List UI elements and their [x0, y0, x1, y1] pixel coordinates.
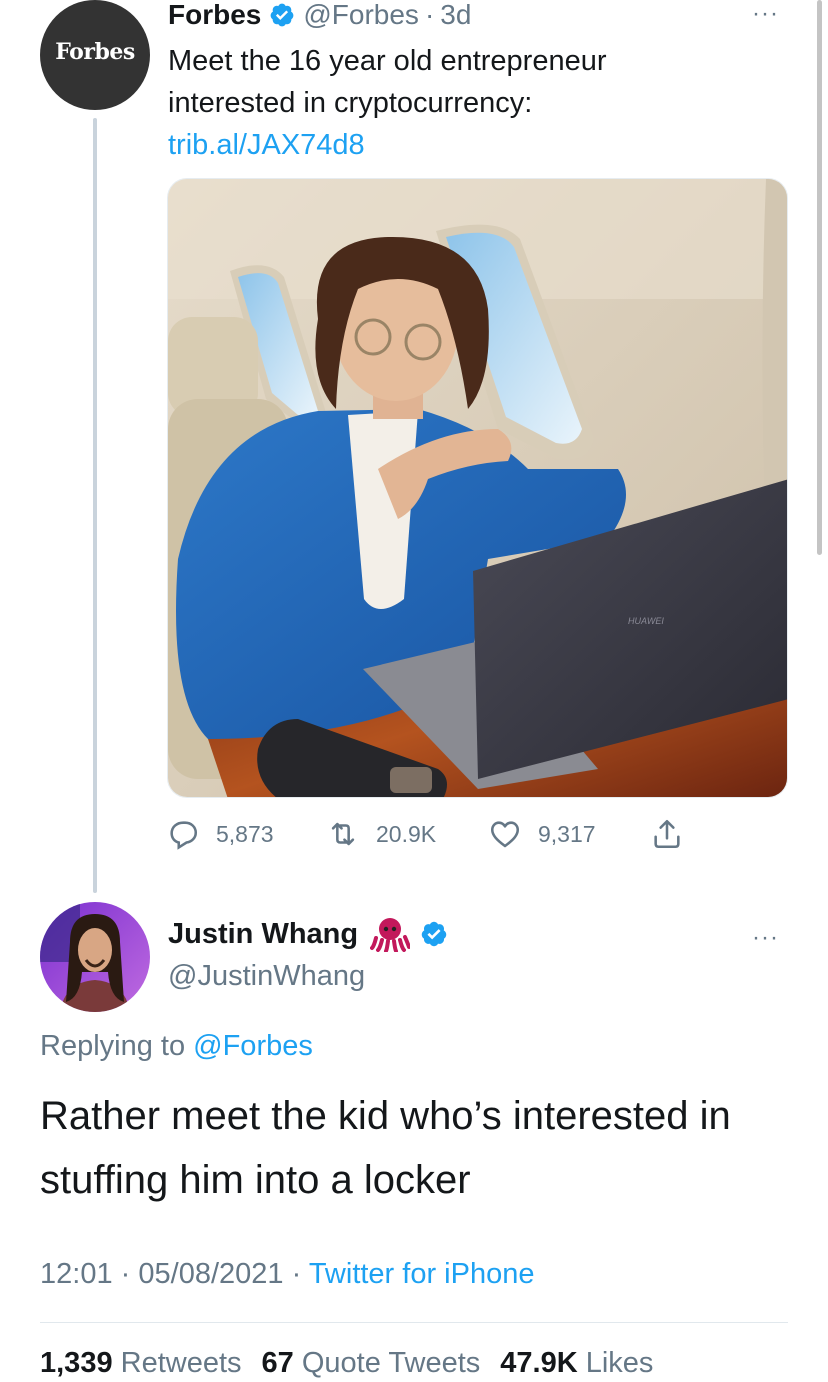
tweet-link[interactable]: trib.al/JAX74d8 — [168, 129, 365, 161]
retweets-label: Retweets — [120, 1347, 242, 1379]
separator-dot: · — [291, 1258, 302, 1290]
parent-tweet[interactable]: Forbes Forbes @Forbes · 3d ··· Meet the … — [0, 0, 828, 895]
tweet-timestamp[interactable]: 12:01 — [40, 1258, 113, 1290]
tweet-body: Meet the 16 year old entrepreneur intere… — [168, 45, 607, 119]
forbes-avatar-logo: Forbes — [55, 39, 135, 65]
justin-avatar[interactable] — [40, 902, 150, 1012]
likes-label: Likes — [585, 1347, 654, 1379]
retweet-action[interactable]: 20.9K — [326, 812, 436, 856]
replying-to-mention[interactable]: @Forbes — [193, 1030, 313, 1062]
forbes-avatar[interactable]: Forbes — [40, 0, 150, 110]
retweets-count: 1,339 — [40, 1347, 113, 1379]
more-icon[interactable]: ··· — [752, 924, 779, 952]
share-icon — [654, 819, 680, 849]
reply-author: Justin Whang — [168, 916, 448, 952]
reply-author-name[interactable]: Justin Whang — [168, 918, 358, 951]
likes-stat[interactable]: 47.9K Likes — [500, 1347, 653, 1380]
separator-dot: · — [120, 1258, 131, 1290]
verified-badge-icon — [270, 3, 294, 27]
tweet-stats: 1,339 Retweets 67 Quote Tweets 47.9K Lik… — [40, 1347, 673, 1380]
retweets-stat[interactable]: 1,339 Retweets — [40, 1347, 242, 1380]
retweet-icon — [331, 822, 355, 846]
quote-tweets-stat[interactable]: 67 Quote Tweets — [262, 1347, 481, 1380]
parent-tweet-text: Meet the 16 year old entrepreneur intere… — [168, 40, 728, 166]
parent-tweet-header: Forbes @Forbes · 3d — [168, 0, 471, 33]
retweet-count: 20.9K — [376, 820, 437, 847]
divider — [40, 1322, 788, 1323]
tweet-time[interactable]: 3d — [440, 0, 471, 31]
like-action[interactable]: 9,317 — [488, 812, 596, 856]
separator-dot: · — [424, 0, 435, 30]
tweet-meta: 12:01 · 05/08/2021 · Twitter for iPhone — [40, 1258, 534, 1291]
reply-author-handle[interactable]: @JustinWhang — [168, 960, 365, 993]
tweet-source[interactable]: Twitter for iPhone — [309, 1258, 535, 1290]
share-action[interactable] — [650, 812, 700, 856]
likes-count: 47.9K — [500, 1347, 578, 1379]
reply-count: 5,873 — [216, 820, 274, 847]
quotes-count: 67 — [261, 1347, 294, 1379]
author-handle[interactable]: @Forbes — [303, 0, 419, 31]
tweet-photo[interactable]: HUAWEI — [167, 178, 788, 798]
replying-to-label: Replying to — [40, 1030, 186, 1062]
more-icon[interactable]: ··· — [752, 0, 779, 28]
octopus-emoji-icon — [370, 918, 411, 952]
tweet-date[interactable]: 05/08/2021 — [138, 1258, 283, 1290]
like-icon — [490, 821, 520, 848]
reply-icon — [170, 821, 198, 850]
thread-line — [93, 118, 97, 893]
like-count: 9,317 — [538, 820, 596, 847]
justin-avatar-image — [40, 902, 150, 1012]
tweet-photo-illustration: HUAWEI — [168, 179, 787, 797]
author-name[interactable]: Forbes — [168, 0, 261, 31]
reply-tweet-text: Rather meet the kid who’s interested in … — [40, 1094, 731, 1202]
verified-badge-icon — [421, 921, 447, 947]
laptop-brand: HUAWEI — [628, 616, 664, 626]
reply-action[interactable]: 5,873 — [166, 812, 274, 856]
quotes-label: Quote Tweets — [301, 1347, 481, 1379]
parent-tweet-actions: 5,873 20.9K 9,317 — [166, 812, 726, 856]
replying-to: Replying to @Forbes — [40, 1030, 313, 1063]
